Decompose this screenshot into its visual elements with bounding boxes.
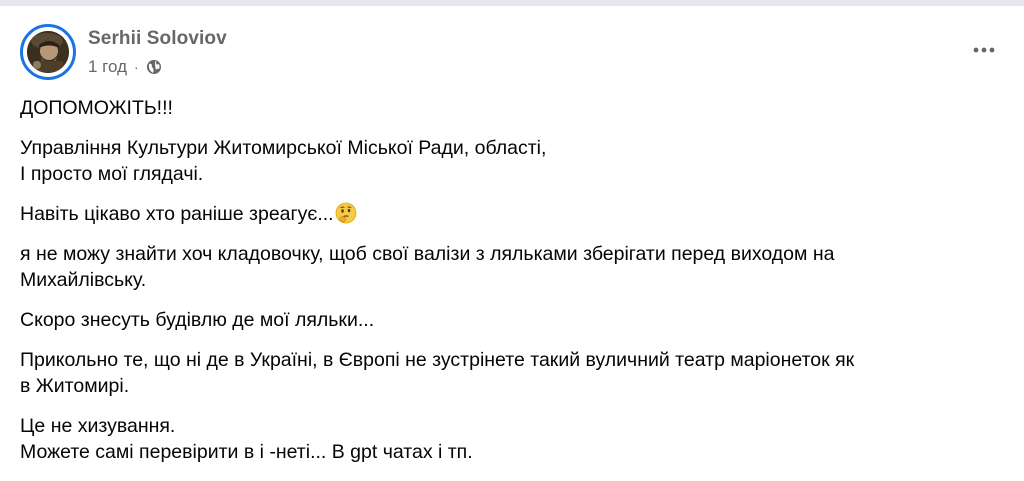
post-text-line: ДОПОМОЖІТЬ!!! [20, 97, 173, 119]
post-text-line: Скоро знесуть будівлю де мої ляльки... [20, 309, 375, 331]
paragraph: ДОПОМОЖІТЬ!!! [20, 95, 1004, 121]
post-header: Serhii Soloviov 1 год · [20, 24, 1010, 86]
post-text-line: я не можу знайти хоч кладовочку, щоб сво… [20, 243, 835, 265]
post-timestamp[interactable]: 1 год [88, 57, 127, 77]
post-meta: 1 год · [88, 57, 162, 77]
post-text-line: І просто мої глядачі. [20, 163, 204, 185]
post-body: ДОПОМОЖІТЬ!!! Управління Культури Житоми… [20, 95, 1004, 479]
facebook-post: Serhii Soloviov 1 год · ДОПОМОЖІТЬ!!! Уп… [0, 0, 1024, 481]
paragraph: Прикольно те, що ні де в Україні, в Євро… [20, 347, 1004, 399]
meta-separator: · [134, 59, 139, 75]
paragraph: Скоро знесуть будівлю де мої ляльки... [20, 307, 1004, 333]
paragraph: Управління Культури Житомирської Міської… [20, 135, 1004, 187]
post-text-line: Управління Культури Житомирської Міської… [20, 137, 547, 159]
author-name[interactable]: Serhii Soloviov [88, 28, 227, 50]
globe-icon[interactable] [146, 59, 162, 75]
post-text-line: в Житомирі. [20, 375, 130, 397]
avatar-image [27, 31, 69, 73]
top-divider [0, 0, 1024, 6]
post-text-line: Прикольно те, що ні де в Україні, в Євро… [20, 349, 855, 371]
post-text-line: Можете самі перевірити в і -неті... В gp… [20, 441, 473, 463]
post-text-line: Це не хизування. [20, 415, 176, 437]
more-horizontal-icon [973, 47, 995, 53]
avatar-story-ring[interactable] [20, 24, 76, 80]
more-options-button[interactable] [966, 36, 1002, 64]
paragraph: Навіть цікаво хто раніше зреагує... [20, 201, 1004, 227]
post-text-line: Михайлівську. [20, 269, 147, 291]
paragraph: Це не хизування. Можете самі перевірити … [20, 413, 1004, 465]
avatar[interactable] [27, 31, 69, 73]
paragraph: я не можу знайти хоч кладовочку, щоб сво… [20, 241, 1004, 293]
post-text-line: Навіть цікаво хто раніше зреагує... [20, 203, 334, 225]
thinking-face-icon [335, 202, 357, 224]
